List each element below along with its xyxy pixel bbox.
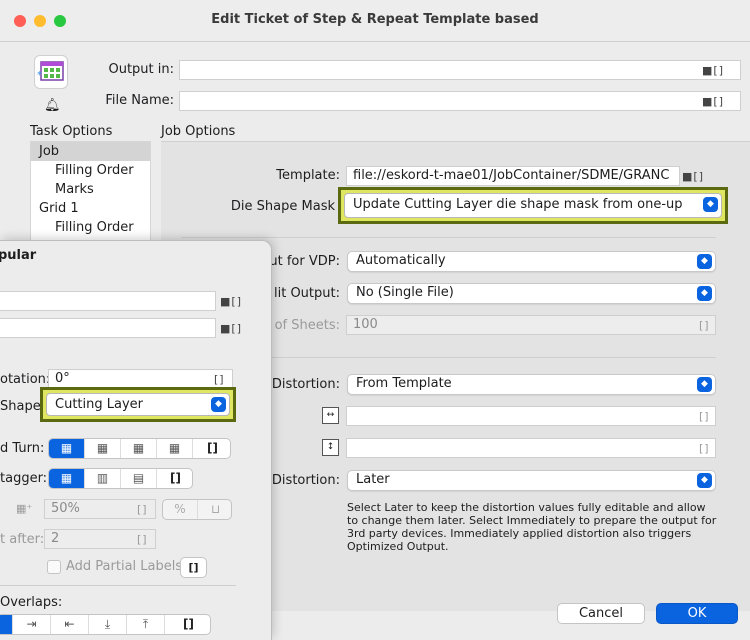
cancel-button[interactable]: Cancel [557, 603, 645, 624]
die-shape-mask-label: Die Shape Mask [230, 199, 335, 214]
stagger-segmented-control[interactable]: ▦ ▥ ▤ [] [48, 468, 193, 489]
turn-segmented-control[interactable]: ▦ ▦ ▦ ▦ [] [48, 438, 231, 459]
separator [181, 237, 716, 238]
overlap-up-icon[interactable]: ⤒ [127, 615, 165, 634]
stagger-unit-control: % ⊔ [162, 499, 232, 520]
split-output-select[interactable]: No (Single File) ◆ [347, 283, 716, 304]
stagger-offset-icon: ▦⁺ [16, 502, 33, 515]
job-options-title: Job Options [161, 124, 236, 139]
ok-button[interactable]: OK [656, 603, 738, 624]
horizontal-bracket-icon[interactable]: [] [699, 410, 710, 423]
distortion-help-text: Select Later to keep the distortion valu… [347, 501, 717, 553]
output-in-label: Output in: [108, 62, 174, 77]
apply-distortion-select[interactable]: Later ◆ [347, 470, 716, 491]
overlay-folder-icon-1[interactable]: ■[] [220, 295, 242, 308]
app-icon: * [34, 55, 68, 89]
overlaps-bracket-icon[interactable]: [] [165, 615, 210, 634]
rotation-field[interactable]: 0° [48, 369, 233, 389]
file-name-folder-icon[interactable]: ■[] [702, 95, 724, 108]
overlay-field-1[interactable] [0, 291, 216, 311]
sheets-field: 100 [346, 315, 716, 335]
vertical-distortion-field[interactable] [346, 438, 716, 458]
chevron-updown-icon: ◆ [697, 286, 712, 301]
after-bracket-icon: [] [137, 533, 148, 546]
overlay-folder-icon-2[interactable]: ■[] [220, 322, 242, 335]
shape-label: Shape [0, 399, 41, 414]
die-shape-mask-select[interactable]: Update Cutting Layer die shape mask from… [344, 193, 722, 218]
split-output-value: No (Single File) [356, 285, 454, 300]
stagger-option-3-icon[interactable]: ▤ [121, 469, 157, 488]
die-shape-mask-highlight: Update Cutting Layer die shape mask from… [338, 187, 728, 224]
template-field[interactable]: file://eskord-t-mae01/JobContainer/SDME/… [346, 166, 680, 186]
output-folder-icon[interactable]: ■[] [702, 64, 724, 77]
turn-bracket-icon[interactable]: [] [193, 439, 230, 458]
separator [0, 585, 236, 586]
task-item-filling-order[interactable]: Filling Order [31, 161, 150, 180]
file-name-field[interactable] [179, 91, 741, 111]
task-item-job[interactable]: Job [31, 142, 150, 161]
task-options-list: Job Filling Order Marks Grid 1 Filling O… [30, 141, 151, 241]
percent-unit-option: % [163, 500, 198, 519]
vertical-bracket-icon[interactable]: [] [699, 442, 710, 455]
template-label: Template: [276, 168, 340, 183]
overlap-down-icon[interactable]: ⤓ [89, 615, 127, 634]
template-folder-icon[interactable]: ■[] [682, 170, 704, 183]
title-bar: Edit Ticket of Step & Repeat Template ba… [0, 0, 750, 42]
rotation-label: otation: [0, 372, 51, 387]
die-shape-mask-value: Update Cutting Layer die shape mask from… [353, 197, 683, 212]
shape-select[interactable]: Cutting Layer ◆ [46, 393, 230, 416]
stagger-option-1-icon[interactable]: ▦ [49, 469, 85, 488]
overlay-title: pular [0, 248, 37, 263]
stagger-option-2-icon[interactable]: ▥ [85, 469, 121, 488]
chevron-updown-icon: ◆ [703, 197, 718, 212]
chevron-updown-icon: ◆ [697, 377, 712, 392]
shape-value: Cutting Layer [55, 397, 143, 412]
overlay-dialog: pular ■[] ■[] otation: 0° [] Shape Cutti… [0, 240, 272, 640]
overlaps-option-0[interactable] [0, 615, 13, 634]
task-item-grid-filling-order[interactable]: Filling Order [31, 218, 150, 237]
partial-labels-bracket[interactable]: [] [180, 557, 207, 578]
turn-option-3-icon[interactable]: ▦ [121, 439, 157, 458]
turn-option-1-icon[interactable]: ▦ [49, 439, 85, 458]
window-title: Edit Ticket of Step & Repeat Template ba… [211, 12, 539, 27]
stagger-offset-bracket: [] [137, 503, 148, 516]
output-vdp-select[interactable]: Automatically ◆ [347, 251, 716, 272]
sheets-bracket-icon: [] [699, 319, 710, 332]
turn-option-2-icon[interactable]: ▦ [85, 439, 121, 458]
overlap-left-icon[interactable]: ⇤ [51, 615, 89, 634]
file-name-label: File Name: [105, 93, 174, 108]
chevron-updown-icon: ◆ [697, 473, 712, 488]
shape-highlight: Cutting Layer ◆ [40, 387, 236, 422]
vertical-distortion-icon: ↕ [322, 439, 339, 456]
task-item-marks[interactable]: Marks [31, 180, 150, 199]
overlay-field-2[interactable] [0, 318, 216, 338]
turn-option-4-icon[interactable]: ▦ [157, 439, 193, 458]
overlaps-label: Overlaps: [0, 595, 63, 610]
distortion-value: From Template [356, 376, 452, 391]
turn-label: d Turn: [0, 441, 45, 456]
chevron-updown-icon: ◆ [697, 254, 712, 269]
ruler-unit-icon: ⊔ [210, 502, 221, 516]
horizontal-distortion-field[interactable] [346, 406, 716, 426]
task-options-title: Task Options [30, 124, 113, 139]
rotation-bracket-icon[interactable]: [] [214, 373, 225, 386]
overlap-right-icon[interactable]: ⇥ [13, 615, 51, 634]
output-in-field[interactable] [179, 60, 741, 80]
task-item-grid-1[interactable]: Grid 1 [31, 199, 150, 218]
partial-labels-checkbox[interactable] [47, 560, 61, 574]
chevron-updown-icon: ◆ [211, 397, 226, 412]
overlaps-segmented-control[interactable]: ⇥ ⇤ ⤓ ⤒ [] [0, 614, 211, 635]
bell-icon[interactable]: 🔔︎ [44, 98, 61, 113]
stagger-bracket-icon[interactable]: [] [157, 469, 192, 488]
horizontal-distortion-icon: ↔ [322, 407, 339, 424]
svg-text:*: * [37, 70, 42, 81]
distortion-select[interactable]: From Template ◆ [347, 374, 716, 395]
after-label: t after: [0, 532, 45, 547]
edit-ticket-window: Edit Ticket of Step & Repeat Template ba… [0, 0, 750, 640]
partial-labels-label: Add Partial Labels [66, 559, 183, 574]
stagger-label: tagger: [0, 471, 48, 486]
apply-distortion-value: Later [356, 472, 390, 487]
output-vdp-value: Automatically [356, 253, 446, 268]
